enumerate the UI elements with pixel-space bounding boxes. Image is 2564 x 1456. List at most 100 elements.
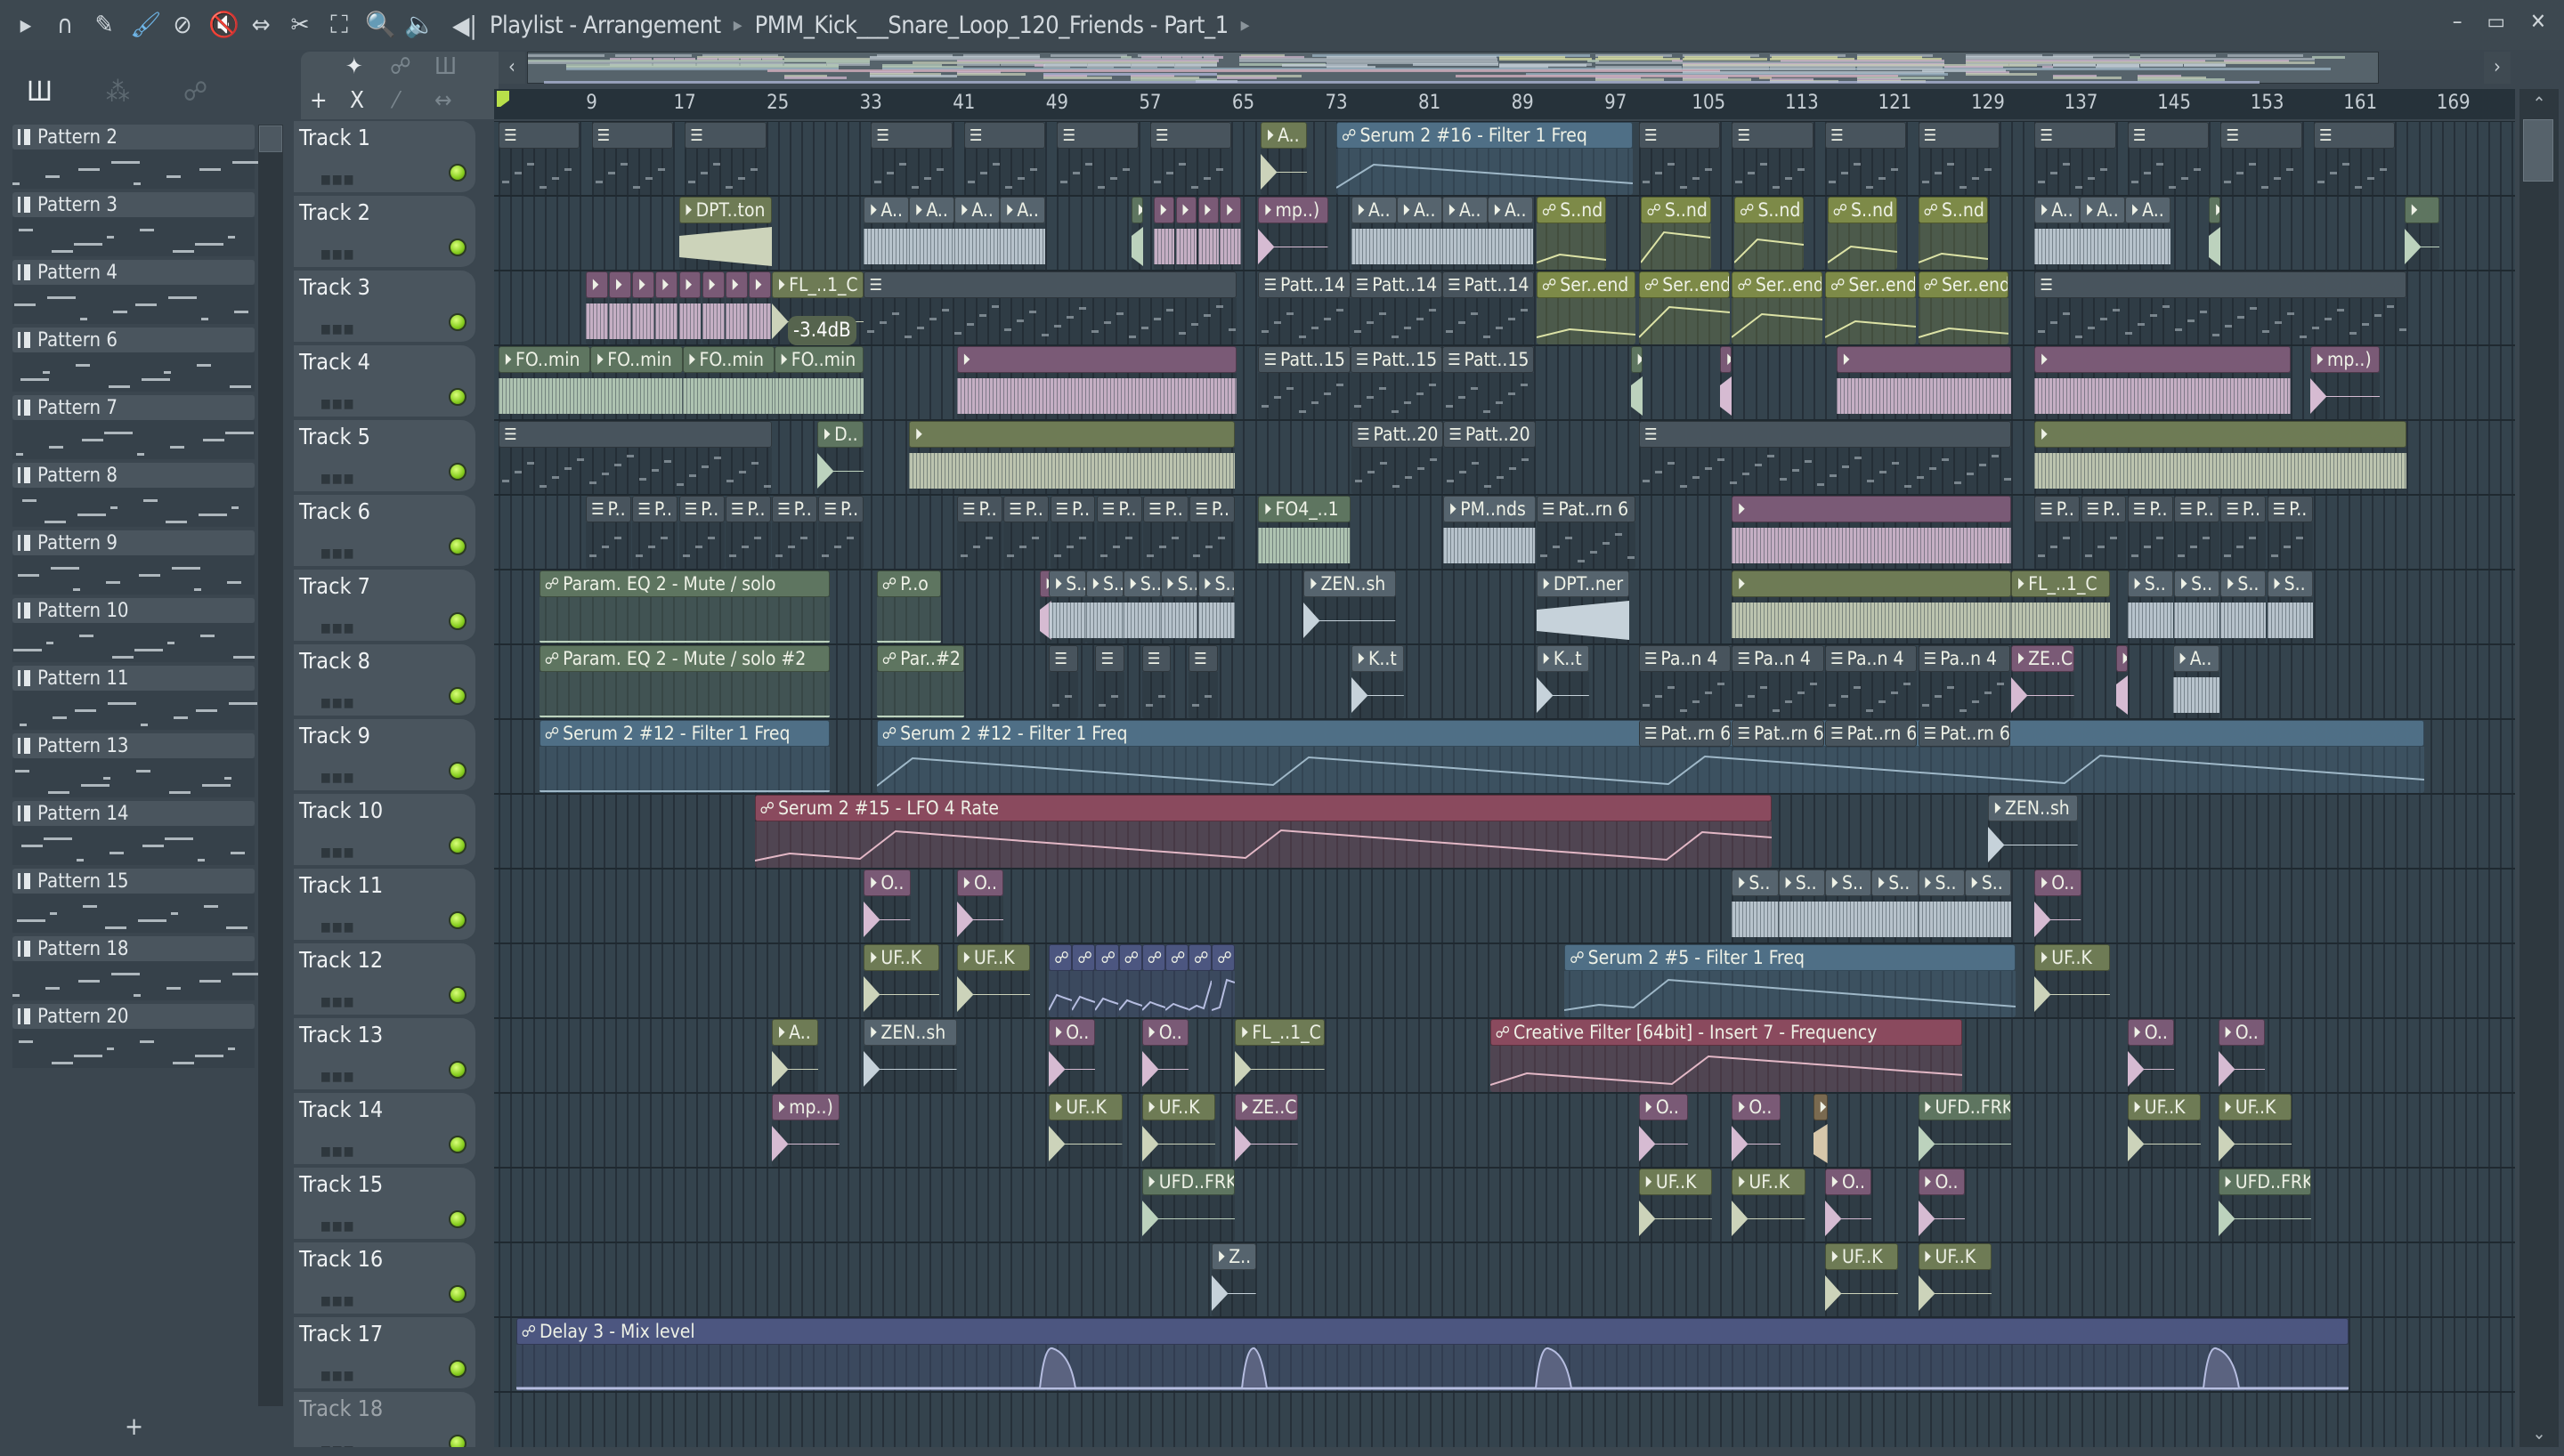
track-menu-icon[interactable]: ■■■ (320, 621, 355, 635)
track-name[interactable]: Track 13 (299, 1022, 383, 1048)
zoom-icon[interactable]: 🔍 (365, 10, 396, 40)
clip[interactable]: ⏵ FO4_..1 (1258, 496, 1351, 569)
track-enable-led[interactable] (449, 911, 467, 929)
clip[interactable]: ⏵ FO..min (499, 346, 591, 419)
track-enable-led[interactable] (449, 1061, 467, 1079)
track-name[interactable]: Track 3 (299, 274, 370, 300)
clip[interactable]: ☍ Serum 2 #5 - Filter 1 Freq (1564, 944, 2016, 1017)
track-header[interactable]: Track 6 ■■■ (294, 495, 475, 568)
slash-tool-icon[interactable]: ⁄ (394, 87, 398, 114)
clip[interactable]: ☰ P.. (632, 496, 678, 569)
clip[interactable]: ⏵ O.. (864, 870, 911, 942)
clip[interactable]: ☰ (2034, 271, 2407, 344)
track-header[interactable]: Track 11 ■■■ (294, 869, 475, 942)
clip[interactable]: ⏵ mp..) (772, 1094, 840, 1167)
track-name[interactable]: Track 18 (299, 1395, 383, 1421)
piano-roll-icon[interactable]: Ш (27, 77, 53, 108)
clip[interactable]: ⏵ A.. (909, 197, 955, 270)
clip[interactable]: ⏵ O.. (956, 870, 1004, 942)
track-header[interactable]: Track 7 ■■■ (294, 570, 475, 643)
clip[interactable]: ☰ Patt..15 (1441, 346, 1535, 419)
track-menu-icon[interactable]: ■■■ (320, 1444, 355, 1447)
clip[interactable]: ☰ Pat..rn 6 (1824, 720, 1918, 748)
clip[interactable]: ⏵ UF..K (1918, 1243, 1992, 1316)
track-name[interactable]: Track 15 (299, 1171, 383, 1197)
clip[interactable]: ☰ (1095, 645, 1125, 718)
track-name[interactable]: Track 17 (299, 1321, 383, 1347)
track-enable-led[interactable] (449, 1360, 467, 1378)
clip[interactable]: ⏵ (2115, 645, 2128, 718)
cut-tool-icon[interactable]: X (350, 87, 364, 114)
clip[interactable]: ☰ Patt..14 (1258, 271, 1351, 344)
track-enable-led[interactable] (449, 164, 467, 182)
close-button[interactable]: ✕ (2530, 9, 2546, 34)
track-enable-led[interactable] (449, 538, 467, 555)
clip[interactable]: ⏵ FL_..1_C (2011, 570, 2111, 643)
clip[interactable]: ⏵ (1732, 496, 2012, 569)
stretch-tool-icon[interactable]: ↔ (434, 87, 452, 114)
clip[interactable]: ⏵ A.. (864, 197, 910, 270)
clip[interactable]: ⏵ A.. (2080, 197, 2126, 270)
clip[interactable]: ☰ P.. (1143, 496, 1189, 569)
track-name[interactable]: Track 8 (299, 648, 370, 674)
scrollbar-thumb[interactable] (259, 125, 282, 152)
clip[interactable]: ⏵ (655, 271, 678, 344)
clip[interactable]: ☍ S..nd (1734, 197, 1805, 270)
clip[interactable]: ⏵ UF..K (956, 944, 1031, 1017)
track-header[interactable]: Track 10 ■■■ (294, 794, 475, 867)
clip[interactable]: ☰ Pa..n 4 (1638, 645, 1732, 718)
pattern-item[interactable]: Pattern 15 (12, 869, 255, 936)
track-menu-icon[interactable]: ■■■ (320, 1369, 355, 1383)
timeline-ruler[interactable]: 9 17 25 33 41 49 57 65 73 81 89 97 105 113 121 129 137 14… (494, 89, 2515, 119)
scroll-left-button[interactable]: ‹ (499, 52, 525, 84)
track-header[interactable]: Track 5 ■■■ (294, 420, 475, 493)
clip[interactable]: ☰ (2313, 122, 2396, 195)
clip[interactable]: ☰ P.. (956, 496, 1002, 569)
clip[interactable]: ⏵ UF..K (1049, 1094, 1123, 1167)
clip[interactable]: ⏵ (2034, 346, 2291, 419)
speaker-icon[interactable]: ◀| (452, 11, 477, 40)
track-header[interactable]: Track 4 ■■■ (294, 345, 475, 418)
clip[interactable]: ☰ (963, 122, 1046, 195)
track-enable-led[interactable] (449, 687, 467, 705)
track-name[interactable]: Track 7 (299, 573, 370, 599)
track-enable-led[interactable] (449, 388, 467, 406)
delete-icon[interactable]: ⊘ (169, 10, 196, 40)
clip[interactable]: ⏵ A.. (2034, 197, 2081, 270)
clip[interactable]: ☍ Delay 3 - Mix level (515, 1318, 2349, 1391)
clip[interactable]: ☰ (591, 122, 674, 195)
clip[interactable]: ⏵ K..t (1536, 645, 1589, 718)
clip[interactable]: ☰ P.. (772, 496, 818, 569)
clip[interactable]: ☰ Patt..20 (1443, 421, 1536, 494)
start-marker-icon[interactable] (497, 91, 509, 107)
clip[interactable]: ⏵ (632, 271, 655, 344)
clip[interactable]: ⏵ mp..) (1258, 197, 1328, 270)
track-enable-led[interactable] (449, 239, 467, 256)
pattern-item[interactable]: Pattern 9 (12, 530, 255, 598)
pencil-icon[interactable]: ✎ (91, 10, 118, 40)
clip[interactable]: ⏵ O.. (1049, 1019, 1096, 1092)
clip[interactable]: ☰ P.. (1096, 496, 1142, 569)
clip[interactable]: ☰ (1141, 645, 1172, 718)
clip[interactable]: ☰ Patt..20 (1351, 421, 1444, 494)
clip[interactable]: ⏵ FL_..1_C (1235, 1019, 1325, 1092)
piano-tool-icon[interactable]: Ш (434, 53, 457, 80)
clip[interactable]: ☰ (1049, 645, 1078, 718)
clip[interactable]: ⏵ ZE..C (2011, 645, 2074, 718)
clip[interactable]: ⏵ (2034, 421, 2407, 494)
clip[interactable]: ☰ (1149, 122, 1232, 195)
track-header[interactable]: Track 16 ■■■ (294, 1242, 475, 1315)
clip[interactable]: ⏵ FO..min (774, 346, 864, 419)
clip[interactable]: ☰ (1057, 122, 1139, 195)
track-header[interactable]: Track 12 ■■■ (294, 943, 475, 1016)
clip[interactable]: ☰ P.. (2220, 496, 2267, 569)
clip[interactable]: ⏵ UFD..FRK (1918, 1094, 2012, 1167)
track-menu-icon[interactable]: ■■■ (320, 247, 355, 262)
clip[interactable]: ☰ (1732, 122, 1813, 195)
clip[interactable]: ☰ P.. (2127, 496, 2173, 569)
clip[interactable]: ⏵ UF..K (864, 944, 940, 1017)
pattern-item[interactable]: Pattern 11 (12, 666, 257, 733)
clip[interactable]: ⏵ O.. (1732, 1094, 1781, 1167)
clip[interactable]: ⏵ A.. (1397, 197, 1442, 270)
clip[interactable]: ☰ (1638, 421, 2012, 494)
